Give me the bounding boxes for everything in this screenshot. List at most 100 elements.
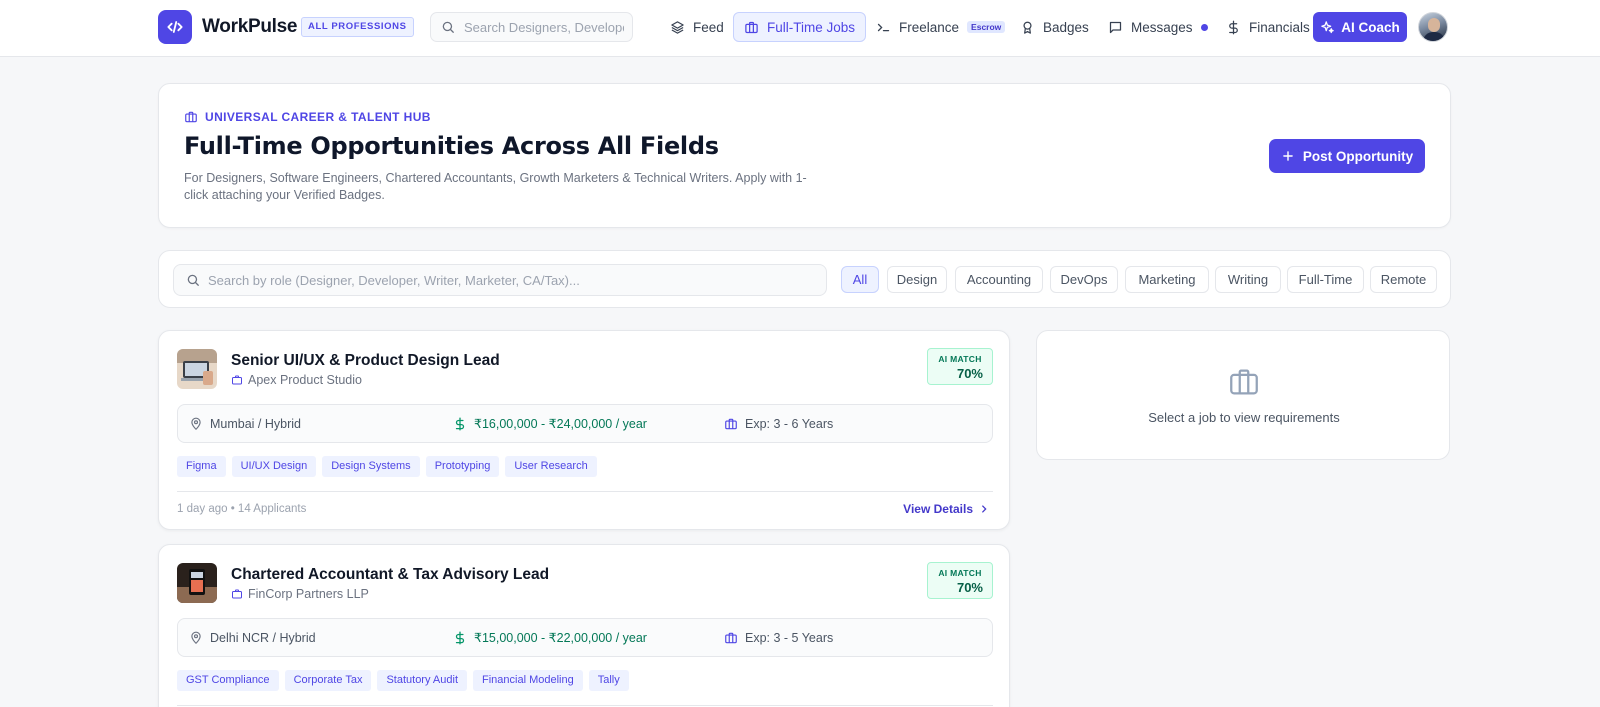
job-company-name: Apex Product Studio	[248, 373, 362, 387]
brand-name[interactable]: WorkPulse	[202, 16, 297, 38]
nav-item-financials[interactable]: Financials	[1216, 12, 1320, 42]
filter-chip-accounting[interactable]: Accounting	[955, 266, 1043, 293]
building-icon	[232, 589, 242, 599]
job-location-text: Mumbai / Hybrid	[210, 416, 301, 431]
user-avatar[interactable]	[1418, 12, 1448, 42]
post-opportunity-button[interactable]: Post Opportunity	[1269, 139, 1425, 173]
job-salary-text: ₹15,00,000 - ₹22,00,000 / year	[474, 631, 647, 645]
skill-tags: GST Compliance Corporate Tax Statutory A…	[177, 670, 629, 691]
dollar-icon	[455, 631, 465, 644]
job-title[interactable]: Chartered Accountant & Tax Advisory Lead	[231, 566, 549, 584]
filter-chip-remote[interactable]: Remote	[1370, 266, 1437, 293]
job-thumbnail	[177, 563, 217, 603]
ai-match-value: 70%	[956, 580, 983, 595]
unread-dot	[1200, 23, 1208, 31]
filter-chip-devops[interactable]: DevOps	[1050, 266, 1118, 293]
skill-tag: Prototyping	[425, 456, 500, 477]
award-icon	[1023, 21, 1032, 34]
role-search-input[interactable]	[208, 272, 808, 288]
ai-coach-button[interactable]: AI Coach	[1313, 12, 1407, 42]
global-search-input[interactable]	[464, 19, 624, 35]
dollar-icon	[455, 417, 465, 430]
map-pin-icon	[191, 631, 201, 644]
skill-tag: Design Systems	[322, 456, 420, 477]
job-experience-text: Exp: 3 - 5 Years	[745, 630, 834, 645]
job-location: Delhi NCR / Hybrid	[189, 619, 316, 656]
nav-item-badges[interactable]: Badges	[1010, 12, 1099, 42]
plus-icon	[1283, 151, 1293, 161]
job-title[interactable]: Senior UI/UX & Product Design Lead	[231, 352, 500, 370]
skill-tags: Figma UI/UX Design Design Systems Protot…	[177, 456, 597, 477]
dollar-icon	[1229, 20, 1238, 34]
search-icon	[187, 274, 199, 286]
job-salary-text: ₹16,00,000 - ₹24,00,000 / year	[474, 417, 647, 431]
skill-tag: Figma	[177, 456, 226, 477]
nav-item-label: Messages	[1131, 19, 1193, 35]
job-company: Apex Product Studio	[231, 373, 362, 387]
briefcase-icon	[745, 21, 758, 33]
ai-match-badge: AI MATCH 70%	[927, 562, 993, 599]
nav-item-label: Badges	[1043, 19, 1089, 35]
job-card[interactable]: Chartered Accountant & Tax Advisory Lead…	[158, 544, 1010, 707]
building-icon	[232, 375, 242, 385]
view-details-label: View Details	[903, 502, 973, 516]
nav-item-freelance[interactable]: Freelance Escrow	[866, 12, 1015, 42]
top-navigation: WorkPulse ALL PROFESSIONS Feed Full-Time…	[0, 0, 1600, 57]
job-salary: ₹16,00,000 - ₹24,00,000 / year	[453, 405, 647, 442]
job-company: FinCorp Partners LLP	[231, 587, 369, 601]
briefcase-icon	[1230, 369, 1258, 395]
skill-tag: Financial Modeling	[473, 670, 583, 691]
skill-tag: User Research	[505, 456, 597, 477]
view-details-link[interactable]: View Details	[903, 502, 989, 516]
nav-item-label: Financials	[1249, 19, 1310, 35]
skill-tag: Statutory Audit	[377, 670, 467, 691]
filter-chip-full-time[interactable]: Full-Time	[1287, 266, 1364, 293]
ai-match-badge: AI MATCH 70%	[927, 348, 993, 385]
hero-kicker-text: UNIVERSAL CAREER & TALENT HUB	[205, 110, 431, 124]
filter-bar: All Design Accounting DevOps Marketing W…	[158, 250, 1451, 308]
layers-icon	[671, 20, 684, 34]
briefcase-icon	[725, 632, 737, 643]
nav-item-messages[interactable]: Messages	[1098, 12, 1218, 42]
nav-item-full-time-jobs[interactable]: Full-Time Jobs	[733, 12, 867, 42]
nav-item-label: Freelance	[899, 19, 960, 35]
job-requirements-panel: Select a job to view requirements	[1036, 330, 1450, 460]
job-info-row: Mumbai / Hybrid ₹16,00,000 - ₹24,00,000 …	[177, 404, 993, 443]
job-experience: Exp: 3 - 5 Years	[724, 619, 833, 656]
job-location-text: Delhi NCR / Hybrid	[210, 630, 316, 645]
ai-coach-label: AI Coach	[1341, 19, 1400, 35]
ai-match-value: 70%	[956, 366, 983, 381]
card-divider	[177, 705, 993, 706]
filter-chip-marketing[interactable]: Marketing	[1125, 266, 1209, 293]
briefcase-icon	[725, 418, 737, 429]
skill-tag: GST Compliance	[177, 670, 279, 691]
hero-section: UNIVERSAL CAREER & TALENT HUB Full-Time …	[158, 83, 1451, 228]
job-experience: Exp: 3 - 6 Years	[724, 405, 833, 442]
global-search[interactable]	[430, 12, 633, 42]
logo-code-icon[interactable]	[158, 10, 192, 44]
filter-chip-writing[interactable]: Writing	[1215, 266, 1281, 293]
nav-item-label: Feed	[693, 19, 724, 35]
page-title: Full-Time Opportunities Across All Field…	[184, 132, 719, 160]
filter-chip-design[interactable]: Design	[887, 266, 947, 293]
role-search[interactable]	[173, 264, 827, 296]
message-icon	[1109, 21, 1122, 33]
skill-tag: Tally	[588, 670, 629, 691]
ai-match-label: AI MATCH	[938, 354, 982, 364]
hero-kicker: UNIVERSAL CAREER & TALENT HUB	[184, 110, 431, 124]
escrow-badge: Escrow	[967, 21, 1006, 33]
nav-item-feed[interactable]: Feed	[660, 12, 734, 42]
nav-item-label: Full-Time Jobs	[767, 19, 856, 35]
briefcase-icon	[185, 111, 197, 123]
chevron-right-icon	[982, 505, 987, 513]
hero-description: For Designers, Software Engineers, Chart…	[184, 171, 807, 202]
job-location: Mumbai / Hybrid	[189, 405, 301, 442]
brand-badge: ALL PROFESSIONS	[301, 17, 414, 37]
map-pin-icon	[191, 417, 201, 430]
job-meta: 1 day ago • 14 Applicants	[177, 503, 307, 515]
job-card[interactable]: Senior UI/UX & Product Design Lead Apex …	[158, 330, 1010, 530]
search-icon	[442, 21, 454, 33]
job-info-row: Delhi NCR / Hybrid ₹15,00,000 - ₹22,00,0…	[177, 618, 993, 657]
filter-chip-all[interactable]: All	[841, 266, 879, 293]
job-experience-text: Exp: 3 - 6 Years	[745, 416, 834, 431]
